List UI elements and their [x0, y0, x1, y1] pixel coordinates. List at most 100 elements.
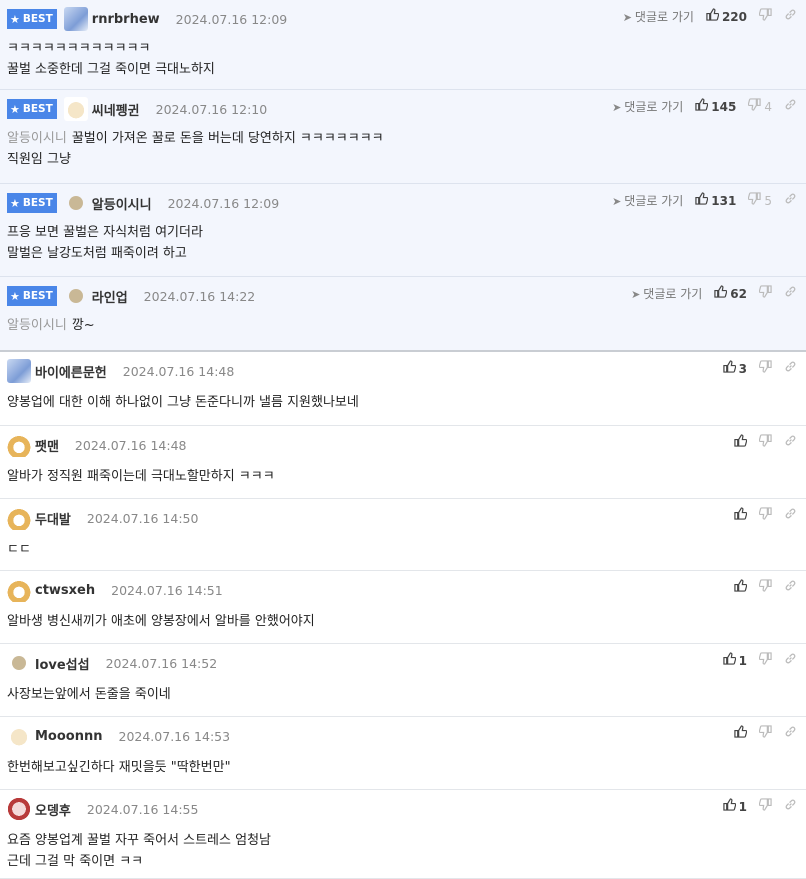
avatar[interactable]	[7, 359, 31, 383]
comment-line: 알등이시니 깡~	[7, 315, 95, 336]
upvote-button[interactable]	[734, 579, 748, 595]
comment-line: 말벌은 날강도처럼 패죽이려 하고	[7, 243, 203, 264]
avatar[interactable]	[7, 724, 31, 748]
downvote-button[interactable]	[758, 798, 772, 814]
timestamp: 2024.07.16 12:09	[167, 195, 280, 211]
downvote-count: 5	[764, 194, 772, 208]
username[interactable]: 알등이시니	[92, 194, 152, 213]
reply-link[interactable]: ➤ 댓글로 가기	[612, 98, 683, 115]
avatar[interactable]	[63, 7, 88, 31]
upvote-button[interactable]	[734, 725, 748, 741]
comment-text: 말벌은 날강도처럼 패죽이려 하고	[7, 246, 187, 261]
thumbs-up-icon	[695, 192, 709, 208]
reply-link[interactable]: ➤ 댓글로 가기	[612, 192, 683, 209]
link-icon[interactable]	[784, 434, 797, 450]
downvote-button[interactable]: 5	[748, 192, 772, 208]
username[interactable]: love섭섭	[35, 654, 90, 673]
comment-actions: ➤ 댓글로 가기 62	[631, 283, 797, 303]
comment-actions	[734, 432, 797, 452]
upvote-button[interactable]: 220	[706, 8, 747, 24]
comment-list: ★ BEST rnrbrhew 2024.07.16 12:09 ➤ 댓글로 가기 220 ㅋ…	[0, 0, 806, 879]
comment-body: 알등이시니 꿀벌이 가져온 꿀로 돈을 버는데 당연하지 ㅋㅋㅋㅋㅋㅋㅋ 직원임 그…	[7, 128, 384, 170]
comment-body: 한번해보고싶긴하다 재밋을듯 "딱한번만"	[7, 757, 231, 778]
comment-line: 양봉업에 대한 이해 하나없이 그냥 돈준다니까 낼름 지원했나보네	[7, 392, 359, 413]
link-icon[interactable]	[784, 725, 797, 741]
upvote-button[interactable]: 1	[722, 652, 747, 668]
downvote-button[interactable]	[758, 360, 772, 376]
link-icon[interactable]	[784, 192, 797, 208]
best-label: BEST	[22, 103, 53, 115]
comment-item: 두대발 2024.07.16 14:50 ㄷㄷ	[0, 499, 806, 571]
star-icon: ★	[10, 196, 20, 210]
comment-actions	[734, 723, 797, 743]
avatar[interactable]	[7, 433, 31, 457]
upvote-button[interactable]: 131	[695, 192, 736, 208]
link-icon[interactable]	[784, 8, 797, 24]
upvote-count: 1	[738, 654, 747, 668]
comment-item: ★ BEST rnrbrhew 2024.07.16 12:09 ➤ 댓글로 가기 220 ㅋ…	[0, 0, 806, 90]
upvote-button[interactable]: 3	[722, 360, 747, 376]
upvote-button[interactable]: 145	[695, 98, 736, 114]
timestamp: 2024.07.16 12:10	[155, 101, 268, 117]
username[interactable]: 씨네펭귄	[92, 100, 140, 119]
avatar[interactable]	[7, 578, 31, 602]
link-icon[interactable]	[784, 360, 797, 376]
upvote-button[interactable]: 62	[714, 285, 747, 301]
upvote-button[interactable]	[734, 507, 748, 523]
avatar[interactable]	[12, 656, 26, 670]
upvote-button[interactable]: 1	[722, 798, 747, 814]
link-icon[interactable]	[784, 579, 797, 595]
comment-header: 바이에른문헌 2024.07.16 14:48	[7, 359, 234, 383]
username[interactable]: 바이에른문헌	[35, 362, 107, 381]
upvote-count: 145	[711, 100, 737, 114]
link-icon[interactable]	[784, 285, 797, 301]
avatar[interactable]	[7, 797, 31, 821]
downvote-button[interactable]	[758, 434, 772, 450]
upvote-count: 62	[730, 287, 747, 301]
username[interactable]: 두대발	[35, 509, 71, 528]
link-icon[interactable]	[784, 98, 797, 114]
username[interactable]: 라인업	[92, 287, 128, 306]
downvote-button[interactable]	[758, 285, 772, 301]
comment-actions: 3	[722, 358, 797, 378]
mention-tag[interactable]: 알등이시니	[7, 318, 67, 333]
username[interactable]: rnrbrhew	[92, 12, 160, 27]
link-icon[interactable]	[784, 798, 797, 814]
timestamp: 2024.07.16 14:50	[86, 510, 199, 526]
best-badge: ★ BEST	[7, 9, 57, 29]
downvote-button[interactable]	[758, 507, 772, 523]
timestamp: 2024.07.16 14:52	[105, 655, 218, 671]
reply-label: 댓글로 가기	[634, 9, 694, 24]
comment-header: 팻맨 2024.07.16 14:48	[7, 433, 187, 457]
avatar[interactable]	[68, 196, 83, 210]
mention-tag[interactable]: 알등이시니	[7, 131, 67, 146]
downvote-button[interactable]	[758, 579, 772, 595]
timestamp: 2024.07.16 12:09	[175, 11, 288, 27]
comment-text: 양봉업에 대한 이해 하나없이 그냥 돈준다니까 낼름 지원했나보네	[7, 395, 359, 410]
downvote-button[interactable]	[758, 652, 772, 668]
thumbs-down-icon	[748, 192, 762, 208]
username[interactable]: Mooonnn	[35, 729, 103, 744]
link-icon[interactable]	[784, 652, 797, 668]
timestamp: 2024.07.16 14:53	[118, 728, 231, 744]
comment-line: 요즘 양봉업계 꿀벌 자꾸 죽어서 스트레스 엄청남	[7, 830, 271, 851]
comment-header: ★ BEST rnrbrhew 2024.07.16 12:09	[7, 7, 288, 31]
downvote-button[interactable]: 4	[748, 98, 772, 114]
downvote-button[interactable]	[758, 8, 772, 24]
comment-text: 사장보는앞에서 돈줄을 죽이네	[7, 687, 171, 702]
timestamp: 2024.07.16 14:55	[86, 801, 199, 817]
reply-link[interactable]: ➤ 댓글로 가기	[623, 8, 694, 25]
avatar[interactable]	[63, 97, 88, 121]
username[interactable]: 팻맨	[35, 436, 59, 455]
username[interactable]: ctwsxeh	[35, 583, 95, 598]
link-icon[interactable]	[784, 507, 797, 523]
username[interactable]: 오뎅후	[35, 800, 71, 819]
upvote-button[interactable]	[734, 434, 748, 450]
reply-link[interactable]: ➤ 댓글로 가기	[631, 285, 702, 302]
avatar[interactable]	[7, 506, 31, 530]
comment-body: ㄷㄷ	[7, 539, 31, 560]
comment-line: 알바생 병신새끼가 애초에 양봉장에서 알바를 안했어야지	[7, 611, 315, 632]
avatar[interactable]	[68, 289, 83, 303]
thumbs-down-icon	[758, 652, 772, 668]
downvote-button[interactable]	[758, 725, 772, 741]
